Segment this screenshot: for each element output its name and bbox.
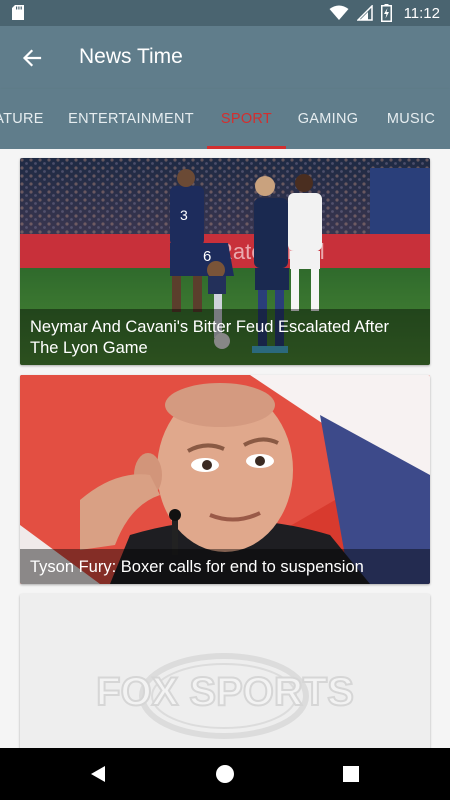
news-card[interactable]: Tyson Fury: Boxer calls for end to suspe… [20, 375, 430, 584]
article-title: Tyson Fury: Boxer calls for end to suspe… [20, 549, 430, 584]
svg-text:3: 3 [180, 207, 188, 223]
tab-music[interactable]: MUSIC [373, 89, 449, 149]
tab-bar: ATURE ENTERTAINMENT SPORT GAMING MUSIC [0, 89, 450, 149]
tab-label: MUSIC [386, 111, 436, 127]
nav-recents-button[interactable] [335, 758, 367, 790]
tab-sport[interactable]: SPORT [207, 89, 286, 149]
status-icons: 11:12 [329, 0, 440, 26]
tab-label: SPORT [220, 111, 273, 127]
tab-feature[interactable]: ATURE [0, 89, 48, 149]
status-bar: 11:12 [0, 0, 450, 26]
article-title: Neymar And Cavani's Bitter Feud Escalate… [20, 309, 430, 365]
recents-square-icon [343, 766, 359, 782]
nav-back-button[interactable] [82, 758, 114, 790]
status-time: 11:12 [403, 4, 440, 22]
app-bar: News Time [0, 26, 450, 89]
battery-charging-icon [380, 4, 392, 22]
fox-sports-logo-text: FOX SPORTS [95, 670, 355, 714]
news-card[interactable]: FOX SPORTS [20, 594, 430, 748]
signal-icon [356, 5, 373, 21]
wifi-icon [329, 5, 349, 20]
sd-card-icon [12, 5, 24, 20]
home-circle-icon [216, 765, 234, 783]
tab-label: ATURE [0, 111, 44, 127]
tab-gaming[interactable]: GAMING [288, 89, 368, 149]
app-title: News Time [79, 45, 183, 68]
tab-label: GAMING [297, 111, 359, 127]
back-button[interactable] [12, 38, 52, 78]
news-card[interactable]: ly Rates. Hell 3 6 [20, 158, 430, 365]
navigation-bar [0, 748, 450, 800]
news-list[interactable]: ly Rates. Hell 3 6 [0, 149, 450, 748]
back-triangle-icon [91, 766, 105, 782]
arrow-back-icon [22, 49, 42, 67]
svg-text:6: 6 [203, 248, 211, 265]
screen: 11:12 News Time ATURE ENTERTAINMENT SPOR… [0, 0, 450, 800]
tab-entertainment[interactable]: ENTERTAINMENT [56, 89, 206, 149]
tab-label: ENTERTAINMENT [68, 111, 194, 127]
nav-home-button[interactable] [209, 758, 241, 790]
